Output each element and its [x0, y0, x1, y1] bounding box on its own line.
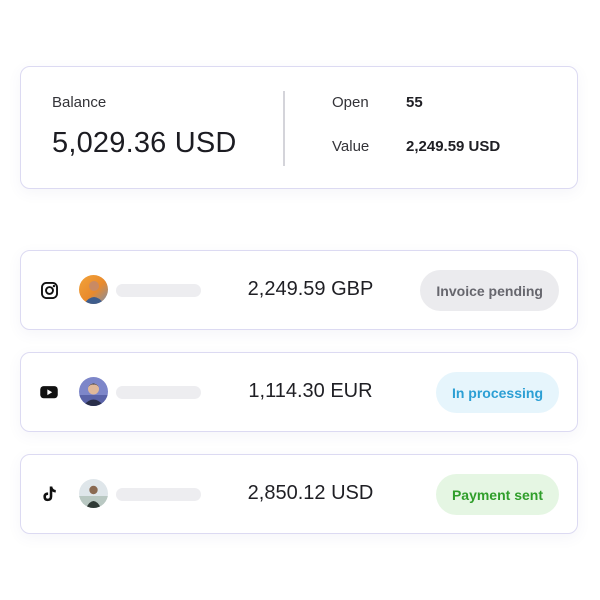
balance-label: Balance	[52, 94, 107, 111]
tiktok-icon	[39, 484, 59, 504]
name-placeholder	[116, 488, 201, 501]
name-placeholder	[116, 284, 201, 297]
balance-value: 5,029.36 USD	[52, 127, 237, 159]
transaction-row[interactable]: 2,249.59 GBP Invoice pending	[20, 250, 578, 330]
transaction-row[interactable]: 2,850.12 USD Payment sent	[20, 454, 578, 534]
transaction-amount: 2,249.59 GBP	[247, 278, 374, 300]
status-badge: Invoice pending	[420, 270, 559, 311]
transaction-amount: 2,850.12 USD	[247, 482, 374, 504]
open-count: 55	[406, 94, 423, 111]
balance-summary-card: Balance 5,029.36 USD Open 55 Value 2,249…	[20, 66, 578, 189]
instagram-icon	[39, 280, 59, 300]
name-placeholder	[116, 386, 201, 399]
avatar	[79, 479, 108, 508]
youtube-icon	[39, 382, 59, 402]
avatar	[79, 275, 108, 304]
summary-divider	[283, 91, 285, 166]
avatar	[79, 377, 108, 406]
open-label: Open	[332, 94, 369, 111]
transaction-row[interactable]: 1,114.30 EUR In processing	[20, 352, 578, 432]
value-label: Value	[332, 138, 370, 155]
status-badge: Payment sent	[435, 474, 559, 515]
transaction-amount: 1,114.30 EUR	[248, 380, 373, 402]
status-badge: In processing	[435, 372, 559, 413]
open-value-amount: 2,249.59 USD	[406, 138, 501, 155]
